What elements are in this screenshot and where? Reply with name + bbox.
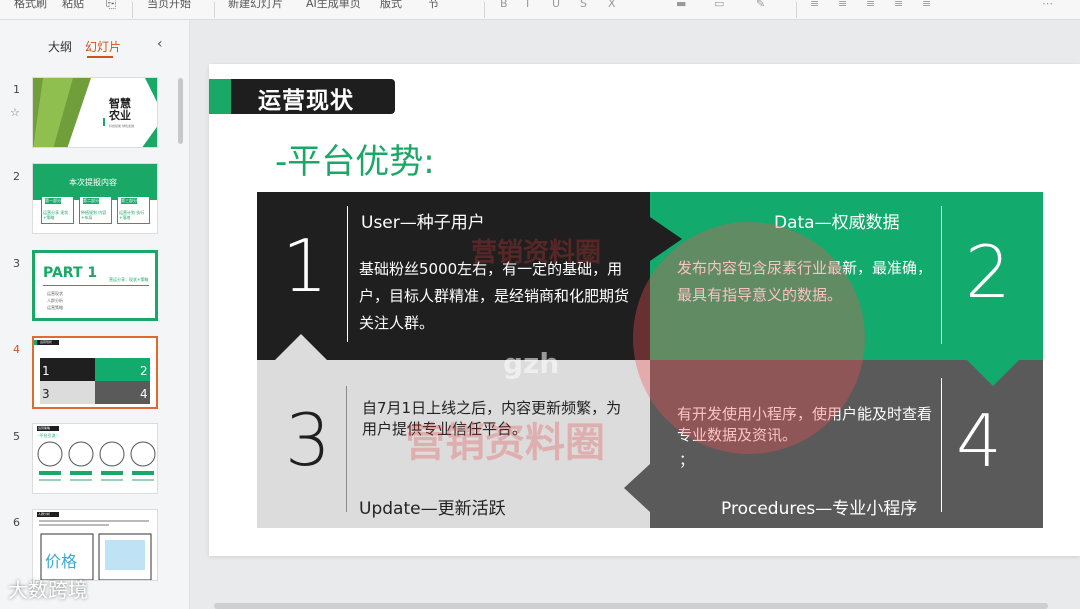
- thumb-subtitle: 营运分享：现状+策略: [109, 277, 149, 282]
- thumb-cell-caption: 运营分享 现状+策略: [43, 210, 69, 220]
- toolbar-divider: [796, 2, 797, 18]
- slide-thumb-graphic: [33, 78, 157, 147]
- thumb-title: 本次提报内容: [69, 178, 117, 187]
- star-icon[interactable]: ☆: [10, 106, 20, 119]
- horizontal-scrollbar[interactable]: [214, 603, 1048, 609]
- paste-button[interactable]: 粘贴: [62, 0, 84, 20]
- svg-text:1: 1: [42, 364, 50, 378]
- slide-subtitle[interactable]: -平台优势:: [275, 134, 435, 183]
- slide-thumb-graphic: 1 2 3 4: [34, 340, 150, 404]
- slide-thumbnail-6[interactable]: 人群分析 价格: [32, 509, 158, 581]
- underline-icon[interactable]: U: [552, 0, 560, 20]
- tab-outline[interactable]: 大纲: [48, 38, 72, 55]
- slide-number: 2: [13, 170, 20, 183]
- slide-title[interactable]: 运营现状: [258, 81, 354, 115]
- slide-number: 3: [13, 257, 20, 270]
- thumb-divider: [43, 285, 149, 286]
- watermark-text: 营销资料圈: [405, 420, 605, 466]
- thumb-subtitle: 价格: [45, 552, 78, 571]
- slide-thumbnail-1[interactable]: 智慧农业 科技赋能·绿色发展: [32, 77, 158, 148]
- thumb-title: PART 1: [43, 265, 98, 281]
- quadrant-divider: [941, 378, 942, 512]
- quadrant-number: 1: [282, 224, 328, 308]
- slide-thumbnail-3[interactable]: PART 1 营运分享：现状+策略 运营现状 人群分析 运营策略: [32, 250, 158, 321]
- strikethrough-icon[interactable]: S: [580, 0, 587, 20]
- format-painter-button[interactable]: 格式刷: [14, 0, 47, 20]
- panel-scrollbar[interactable]: [178, 78, 183, 144]
- collapse-panel-icon[interactable]: ‹: [157, 36, 163, 52]
- align-center-icon[interactable]: ≡: [838, 0, 847, 20]
- quadrant-number: 4: [956, 399, 1002, 483]
- align-left-icon[interactable]: ≡: [810, 0, 819, 20]
- thumb-title: 运营策略: [38, 426, 51, 430]
- text-effect-icon[interactable]: ✎: [756, 0, 765, 20]
- highlight-icon[interactable]: ▭: [714, 0, 724, 20]
- italic-icon[interactable]: I: [526, 0, 529, 20]
- justify-icon[interactable]: ≡: [894, 0, 903, 20]
- layout-button[interactable]: 版式: [380, 0, 402, 20]
- quadrant-title[interactable]: Update—更新活跃: [359, 494, 506, 519]
- quadrant-number: 2: [965, 230, 1011, 314]
- thumb-cell-caption: 运营计划 执行+落地: [119, 210, 145, 220]
- thumb-cell-caption: 种植规划 内容+布局: [81, 210, 107, 220]
- connector-arrow-down: [967, 360, 1019, 386]
- title-accent: [209, 79, 231, 114]
- quadrant-title[interactable]: Procedures—专业小程序: [721, 494, 917, 519]
- watermark-text: gzh: [503, 347, 560, 380]
- connector-arrow-left: [624, 464, 650, 512]
- slide-canvas[interactable]: 运营现状 -平台优势: 1 User—种子用户 基础粉丝5000左右，有一定的基…: [209, 64, 1080, 556]
- slide-thumbnail-4[interactable]: 1 2 3 4 运营现状: [32, 336, 158, 409]
- section-button[interactable]: 节: [428, 0, 439, 20]
- quadrant-title[interactable]: User—种子用户: [361, 208, 485, 233]
- align-right-icon[interactable]: ≡: [866, 0, 875, 20]
- new-slide-button[interactable]: 新建幻灯片: [228, 0, 283, 20]
- thumb-cell-label: 第一部分: [45, 198, 61, 204]
- quadrant-extra: ；: [679, 451, 695, 469]
- thumb-bullet: 运营现状: [47, 291, 63, 296]
- thumb-title: 智慧农业: [109, 97, 131, 122]
- thumb-bullet: 运营策略: [47, 305, 63, 310]
- ribbon-toolbar: 格式刷 粘贴 ⎘ 当页开始 新建幻灯片 AI生成单页 版式 节 B I U S …: [0, 0, 1080, 20]
- active-tab-indicator: [87, 56, 113, 58]
- thumb-cell-label: 第三部分: [121, 198, 137, 204]
- slide-number: 6: [13, 516, 20, 529]
- from-current-slide-button[interactable]: 当页开始: [147, 0, 191, 20]
- quadrant-divider: [347, 206, 348, 342]
- superscript-icon[interactable]: X: [608, 0, 616, 20]
- tab-slides[interactable]: 幻灯片: [85, 38, 121, 55]
- slide-number: 5: [13, 430, 20, 443]
- thumb-bullet: 人群分析: [47, 298, 63, 303]
- quadrant-divider: [346, 386, 347, 512]
- toolbar-divider: [132, 2, 133, 18]
- more-icon[interactable]: ⋯: [1042, 0, 1053, 20]
- toolbar-divider: [484, 2, 485, 18]
- svg-text:4: 4: [140, 387, 148, 401]
- svg-text:3: 3: [42, 387, 50, 401]
- svg-text:2: 2: [140, 364, 148, 378]
- slide-number: 1: [13, 83, 20, 96]
- corner-logo: 大数跨境: [8, 578, 88, 602]
- watermark-text: 营销资料圈: [471, 238, 602, 268]
- clipboard-icon[interactable]: ⎘: [106, 0, 116, 20]
- slide-thumbnail-2[interactable]: 本次提报内容 第一部分 第二部分 第三部分 运营分享 现状+策略 种植规划 内容…: [32, 163, 158, 234]
- slide-number: 4: [13, 343, 20, 356]
- ai-single-page-button[interactable]: AI生成单页: [306, 0, 361, 20]
- bold-icon[interactable]: B: [500, 0, 508, 20]
- thumb-subtitle: -平台引流：: [38, 433, 60, 438]
- slide-thumbnail-5[interactable]: 运营策略 -平台引流：: [32, 423, 158, 494]
- distribute-icon[interactable]: ≡: [922, 0, 931, 20]
- toolbar-divider: [214, 2, 215, 18]
- quadrant-number: 3: [285, 398, 331, 482]
- quadrant-divider: [941, 206, 942, 344]
- thumb-title: 人群分析: [38, 512, 51, 516]
- connector-arrow-up: [275, 334, 327, 360]
- slide-navigator-panel: 大纲 幻灯片 ‹ 1 ☆ 智慧农业 科技赋能·绿色发展 2 本次提报内容 第一部…: [0, 20, 190, 609]
- quadrant-title[interactable]: Data—权威数据: [774, 208, 900, 233]
- thumb-cell-label: 第二部分: [83, 198, 99, 204]
- thumb-title: 运营现状: [40, 340, 53, 344]
- watermark-circle: [633, 222, 865, 454]
- font-color-icon[interactable]: ▬: [676, 0, 686, 20]
- thumb-subtitle: 科技赋能·绿色发展: [109, 124, 134, 128]
